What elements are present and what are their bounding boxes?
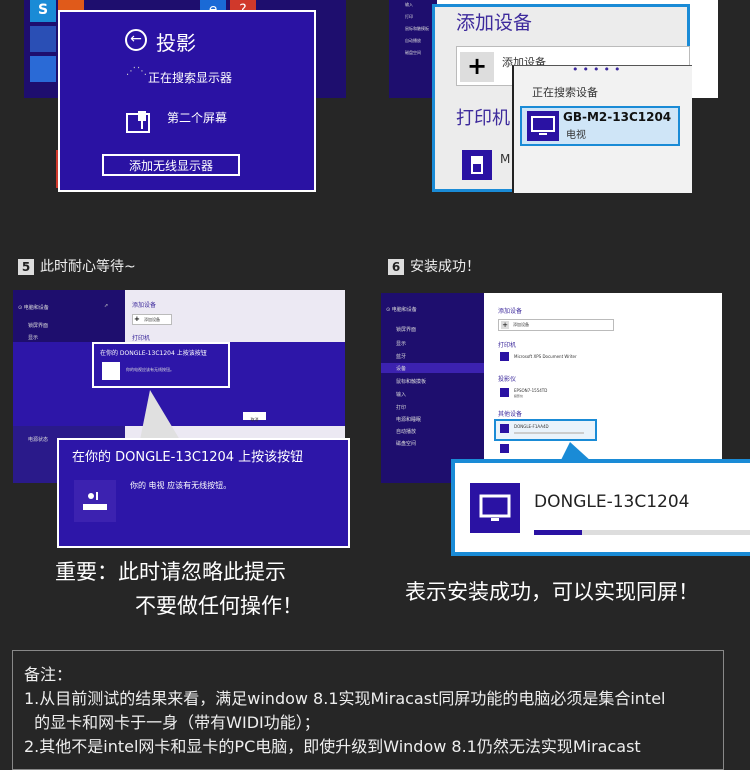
step5-big-prompt-text: 在你的 DONGLE-13C1204 上按该按钮: [72, 450, 304, 465]
searching-spinner-icon: ⋰⋱: [126, 66, 148, 77]
printer-icon: [462, 150, 492, 180]
step6-printer-item[interactable]: Microsoft XPS Document Writer: [514, 354, 577, 359]
step5-corner-item[interactable]: 电源状态: [28, 436, 48, 443]
step6-printer-icon: [500, 352, 509, 361]
step-6-label: 6 安装成功！: [388, 256, 480, 276]
step5-big-prompt-desc: 你的 电视 应该有无线按钮。: [130, 481, 232, 490]
notes-line-2: 的显卡和网卡于一身（带有WIDI功能）；: [24, 713, 320, 732]
step5-printer-heading: 打印机: [132, 335, 151, 342]
sidebar-item-mouse[interactable]: 鼠标和触摸板: [405, 26, 429, 32]
step5-cancel-label: 取消: [250, 417, 259, 422]
pc-settings-sidebar: [389, 0, 437, 98]
printer-item-partial: M: [500, 152, 511, 166]
device-name-label: GB-M2-13C1204: [563, 110, 672, 124]
install-progress-fill: [534, 530, 582, 535]
search-progress-dots: •••••: [572, 63, 625, 76]
step6-sidebar-item-5[interactable]: 输入: [396, 391, 406, 398]
tile-grid: [30, 26, 56, 52]
step6-printer-heading: 打印机: [498, 342, 517, 349]
step6-other-item-highlight[interactable]: [494, 419, 597, 441]
add-icon: +: [460, 52, 494, 82]
step-6-text: 安装成功！: [410, 259, 480, 275]
installed-device-name: DONGLE-13C1204: [534, 492, 690, 512]
step5-sidebar-item-display[interactable]: 显示: [28, 334, 38, 341]
step5-sidebar-item-lock[interactable]: 锁屏界面: [28, 322, 48, 329]
step6-heading: 添加设备: [498, 308, 523, 315]
important-line-2: 不要做任何操作！: [135, 594, 303, 618]
step6-add-device-label: 添加设备: [513, 322, 529, 327]
step-5-label: 5 此时耐心等待~: [18, 256, 136, 276]
notes-line-1: 1.从目前测试的结果来看，满足window 8.1实现Miracast同屏功能的…: [24, 689, 666, 708]
step5-sidebar-title: ⊙ 电脑和设备: [18, 305, 49, 311]
step5-small-dongle-icon: [102, 362, 120, 380]
step6-sidebar-title: ⊙ 电脑和设备: [386, 307, 417, 313]
step5-sidebar-pin-icon: ⇗: [104, 303, 109, 309]
searching-devices-label: 正在搜索设备: [532, 86, 598, 99]
step5-add-icon: +: [134, 315, 140, 323]
back-icon[interactable]: ←: [125, 29, 147, 51]
second-screen-label[interactable]: 第二个屏幕: [167, 109, 227, 126]
sidebar-item-disk[interactable]: 磁盘空间: [405, 50, 421, 56]
step5-add-device-label: 添加设备: [144, 317, 160, 322]
step-6-number: 6: [388, 259, 404, 275]
step5-small-prompt-text: 在你的 DONGLE-13C1204 上按该按钮: [100, 350, 207, 357]
step6-sidebar-item-1[interactable]: 显示: [396, 340, 406, 347]
step5-small-prompt-desc: 你的电视应该有无线按钮。: [126, 367, 174, 372]
step6-sidebar-item-2[interactable]: 蓝牙: [396, 353, 406, 360]
success-text: 表示安装成功，可以实现同屏！: [405, 580, 699, 604]
step6-sidebar-item-8[interactable]: 自动播放: [396, 428, 416, 435]
zoom-pointer: [140, 390, 180, 440]
step6-projector-sub: 投影仪: [514, 394, 524, 398]
tv-icon: [527, 111, 559, 141]
step6-sidebar: [381, 293, 484, 483]
step6-sidebar-item-7[interactable]: 电源和睡眠: [396, 416, 421, 423]
device-type-label: 电视: [566, 130, 586, 141]
add-wireless-display-button[interactable]: 添加无线显示器: [102, 154, 240, 176]
dongle-button-icon: [74, 480, 116, 522]
step-5-number: 5: [18, 259, 34, 275]
skype-tile: S: [30, 0, 56, 22]
printer-heading: 打印机: [456, 108, 510, 129]
step6-sidebar-item-0[interactable]: 锁屏界面: [396, 326, 416, 333]
step6-sidebar-item-9[interactable]: 磁盘空间: [396, 440, 416, 447]
add-wireless-display-label: 添加无线显示器: [128, 159, 213, 173]
step5-heading: 添加设备: [132, 302, 157, 309]
step6-other-item: DONGLE-F1AA4D: [514, 424, 549, 429]
important-line-1: 重要：此时请忽略此提示: [55, 560, 286, 584]
step6-sidebar-item-6[interactable]: 打印: [396, 404, 406, 411]
step6-other-heading: 其他设备: [498, 411, 523, 418]
step6-other-item-icon: [500, 424, 509, 433]
install-progress-track: [534, 530, 750, 535]
step6-sidebar-item-3[interactable]: 设备: [396, 365, 406, 372]
step6-projector-icon: [500, 388, 509, 397]
sidebar-item-input[interactable]: 输入: [405, 2, 413, 8]
step6-sidebar-item-4[interactable]: 鼠标和触摸板: [396, 378, 426, 385]
step6-projector-item[interactable]: EPSON7-1554TD: [514, 388, 547, 393]
notes-title: 备注：: [24, 665, 73, 684]
second-screen-icon[interactable]: [126, 110, 154, 136]
step5-cancel-button[interactable]: 取消: [243, 412, 266, 422]
step6-other-icon-2: [500, 444, 509, 453]
step-5-text: 此时耐心等待~: [40, 259, 136, 275]
tile-grid-2: [30, 56, 56, 82]
monitor-icon: [470, 483, 520, 533]
step6-other-item-progress: [514, 432, 584, 434]
projection-title: 投影: [156, 31, 196, 55]
add-device-heading: 添加设备: [456, 12, 533, 34]
sidebar-item-print[interactable]: 打印: [405, 14, 413, 20]
searching-displays-label: 正在搜索显示器: [148, 71, 233, 85]
step6-projector-heading: 投影仪: [498, 376, 517, 383]
notes-line-3: 2.其他不是intel网卡和显卡的PC电脑，即使升级到Window 8.1仍然无…: [24, 737, 641, 756]
step6-add-icon: +: [501, 321, 509, 329]
sidebar-item-autoplay[interactable]: 自动播放: [405, 38, 421, 44]
